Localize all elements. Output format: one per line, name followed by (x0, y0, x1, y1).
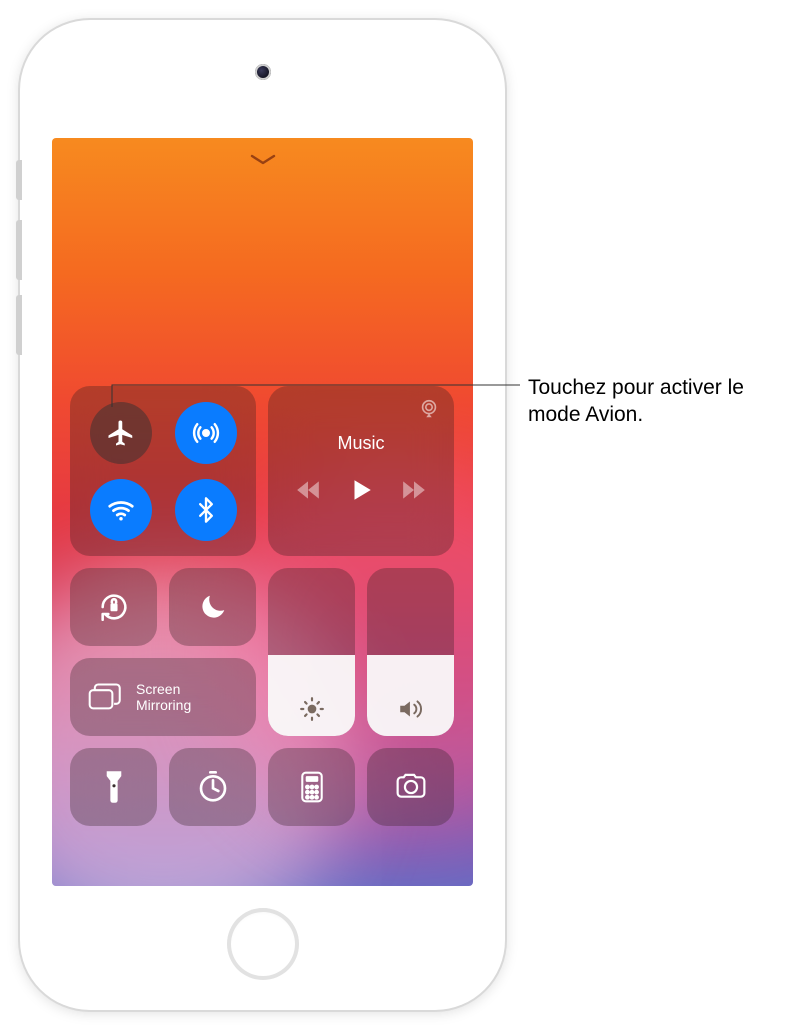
timer-icon (197, 771, 229, 803)
calculator-button[interactable] (268, 748, 355, 826)
cc-row: Music (70, 386, 455, 556)
device-frame: Music (20, 20, 505, 1010)
volume-slider[interactable] (367, 568, 454, 736)
do-not-disturb-button[interactable] (169, 568, 256, 646)
mute-switch (16, 160, 22, 200)
airplane-mode-toggle[interactable] (90, 402, 152, 464)
airplay-audio-icon[interactable] (418, 398, 440, 420)
transport-controls (282, 476, 440, 504)
front-camera (255, 64, 271, 80)
bluetooth-icon (192, 496, 220, 524)
screen-mirroring-icon (88, 683, 122, 711)
music-title: Music (337, 433, 384, 454)
bluetooth-toggle[interactable] (175, 479, 237, 541)
previous-track-button[interactable] (295, 479, 321, 501)
screen: Music (52, 138, 473, 886)
next-track-button[interactable] (401, 479, 427, 501)
airplane-icon (106, 418, 136, 448)
screen-mirroring-button[interactable]: Screen Mirroring (70, 658, 256, 736)
flashlight-icon (103, 770, 125, 804)
camera-button[interactable] (367, 748, 454, 826)
wifi-toggle[interactable] (90, 479, 152, 541)
connectivity-card[interactable] (70, 386, 256, 556)
camera-icon (394, 773, 428, 801)
control-center: Music (70, 386, 455, 826)
brightness-slider[interactable] (268, 568, 355, 736)
volume-down-button (16, 295, 22, 355)
orientation-lock-button[interactable] (70, 568, 157, 646)
calculator-icon (300, 771, 324, 803)
airdrop-icon (191, 418, 221, 448)
timer-button[interactable] (169, 748, 256, 826)
orientation-lock-icon (97, 590, 131, 624)
dismiss-caret-icon[interactable] (250, 154, 276, 166)
flashlight-button[interactable] (70, 748, 157, 826)
music-card[interactable]: Music (268, 386, 454, 556)
wifi-icon (106, 495, 136, 525)
screen-mirroring-label: Screen Mirroring (136, 681, 191, 713)
brightness-icon (299, 696, 325, 722)
callout-text: Touchez pour activer le mode Avion. (528, 374, 793, 429)
cc-row (70, 748, 455, 826)
airdrop-toggle[interactable] (175, 402, 237, 464)
moon-icon (198, 592, 228, 622)
volume-up-button (16, 220, 22, 280)
play-button[interactable] (348, 476, 374, 504)
volume-icon (397, 696, 425, 722)
cc-row: Screen Mirroring (70, 568, 455, 736)
home-button[interactable] (227, 908, 299, 980)
